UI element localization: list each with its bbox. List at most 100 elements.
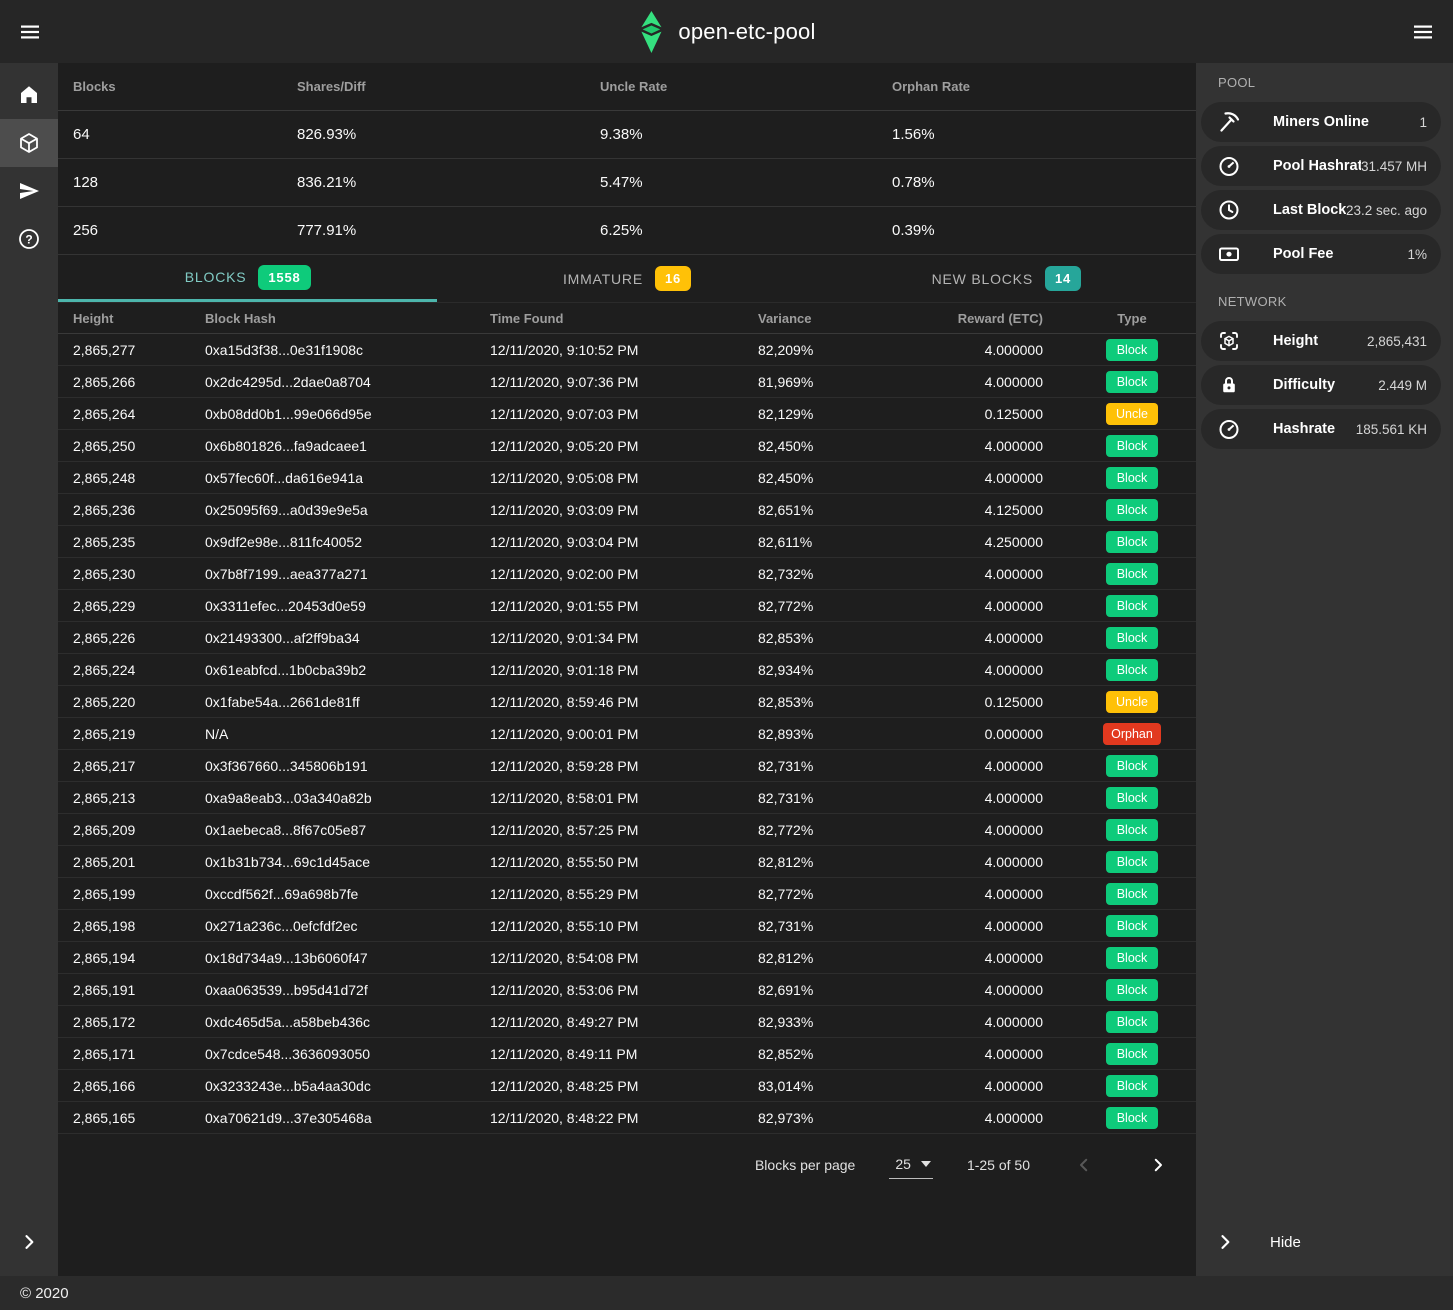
cell-height: 2,865,209: [73, 822, 205, 838]
cell-time: 12/11/2020, 9:03:04 PM: [490, 534, 758, 550]
table-row[interactable]: 2,865,165 0xa70621d9...37e305468a 12/11/…: [58, 1102, 1196, 1134]
cell-variance: 82,853%: [758, 630, 948, 646]
cell-hash: 0xccdf562f...69a698b7fe: [205, 886, 490, 902]
prev-page-button[interactable]: [1064, 1145, 1104, 1185]
cell-height: 2,865,235: [73, 534, 205, 550]
stat-label: Hashrate: [1273, 421, 1335, 437]
cell-reward: 4.000000: [948, 1014, 1043, 1030]
stat-value: 2,865,431: [1367, 334, 1427, 349]
tab-immature[interactable]: IMMATURE 16: [437, 255, 816, 302]
cell-time: 12/11/2020, 8:49:27 PM: [490, 1014, 758, 1030]
table-row[interactable]: 2,865,224 0x61eabfcd...1b0cba39b2 12/11/…: [58, 654, 1196, 686]
table-row[interactable]: 2,865,266 0x2dc4295d...2dae0a8704 12/11/…: [58, 366, 1196, 398]
table-row[interactable]: 2,865,277 0xa15d3f38...0e31f1908c 12/11/…: [58, 334, 1196, 366]
table-row[interactable]: 2,865,226 0x21493300...af2ff9ba34 12/11/…: [58, 622, 1196, 654]
table-row[interactable]: 2,865,213 0xa9a8eab3...03a340a82b 12/11/…: [58, 782, 1196, 814]
table-row[interactable]: 2,865,229 0x3311efec...20453d0e59 12/11/…: [58, 590, 1196, 622]
table-row[interactable]: 2,865,209 0x1aebeca8...8f67c05e87 12/11/…: [58, 814, 1196, 846]
cell-type: Block: [1043, 531, 1181, 553]
stats-row: 256 777.91% 6.25% 0.39%: [58, 207, 1196, 255]
cell-type: Block: [1043, 627, 1181, 649]
cell-reward: 4.000000: [948, 1110, 1043, 1126]
cell-type: Block: [1043, 755, 1181, 777]
stat-value: 1%: [1407, 247, 1427, 262]
cell-time: 12/11/2020, 8:59:28 PM: [490, 758, 758, 774]
table-row[interactable]: 2,865,194 0x18d734a9...13b6060f47 12/11/…: [58, 942, 1196, 974]
menu-toggle-button[interactable]: [6, 8, 54, 56]
cell-height: 2,865,191: [73, 982, 205, 998]
nav-home[interactable]: [0, 71, 58, 119]
right-menu-button[interactable]: [1399, 8, 1447, 56]
table-row[interactable]: 2,865,191 0xaa063539...b95d41d72f 12/11/…: [58, 974, 1196, 1006]
expand-rail-button[interactable]: [0, 1220, 58, 1264]
cell-reward: 4.125000: [948, 502, 1043, 518]
table-row[interactable]: 2,865,264 0xb08dd0b1...99e066d95e 12/11/…: [58, 398, 1196, 430]
table-row[interactable]: 2,865,235 0x9df2e98e...811fc40052 12/11/…: [58, 526, 1196, 558]
stats-orphan-value: 0.78%: [892, 174, 1196, 191]
table-row[interactable]: 2,865,236 0x25095f69...a0d39e9e5a 12/11/…: [58, 494, 1196, 526]
cell-variance: 82,772%: [758, 822, 948, 838]
stats-shares-value: 826.93%: [297, 126, 600, 143]
cell-variance: 82,852%: [758, 1046, 948, 1062]
table-row[interactable]: 2,865,219 N/A 12/11/2020, 9:00:01 PM 82,…: [58, 718, 1196, 750]
page-size-value: 25: [895, 1156, 911, 1172]
table-row[interactable]: 2,865,166 0x3233243e...b5a4aa30dc 12/11/…: [58, 1070, 1196, 1102]
cell-hash: 0x18d734a9...13b6060f47: [205, 950, 490, 966]
pagination-bar: Blocks per page 25 1-25 of 50: [58, 1134, 1196, 1196]
stats-blocks-value: 128: [73, 174, 297, 191]
blocks-tabs: BLOCKS 1558 IMMATURE 16 NEW BLOCKS 14: [58, 255, 1196, 303]
footer: © 2020: [0, 1276, 1453, 1310]
cell-variance: 82,812%: [758, 854, 948, 870]
type-chip: Block: [1106, 627, 1158, 649]
table-row[interactable]: 2,865,198 0x271a236c...0efcfdf2ec 12/11/…: [58, 910, 1196, 942]
stats-row: 128 836.21% 5.47% 0.78%: [58, 159, 1196, 207]
type-chip: Block: [1106, 531, 1158, 553]
cell-height: 2,865,172: [73, 1014, 205, 1030]
nav-payments[interactable]: [0, 167, 58, 215]
cell-height: 2,865,224: [73, 662, 205, 678]
cell-hash: 0x3311efec...20453d0e59: [205, 598, 490, 614]
svg-text:?: ?: [25, 232, 32, 246]
table-row[interactable]: 2,865,230 0x7b8f7199...aea377a271 12/11/…: [58, 558, 1196, 590]
cell-time: 12/11/2020, 8:55:10 PM: [490, 918, 758, 934]
table-row[interactable]: 2,865,171 0x7cdce548...3636093050 12/11/…: [58, 1038, 1196, 1070]
cell-type: Block: [1043, 915, 1181, 937]
cell-height: 2,865,220: [73, 694, 205, 710]
page-size-select[interactable]: 25: [889, 1152, 933, 1179]
type-chip: Uncle: [1106, 403, 1158, 425]
home-icon: [17, 83, 41, 107]
pickaxe-icon: [1217, 110, 1241, 134]
table-row[interactable]: 2,865,199 0xccdf562f...69a698b7fe 12/11/…: [58, 878, 1196, 910]
table-row[interactable]: 2,865,248 0x57fec60f...da616e941a 12/11/…: [58, 462, 1196, 494]
cell-time: 12/11/2020, 8:58:01 PM: [490, 790, 758, 806]
cell-hash: 0x9df2e98e...811fc40052: [205, 534, 490, 550]
table-row[interactable]: 2,865,217 0x3f367660...345806b191 12/11/…: [58, 750, 1196, 782]
nav-blocks[interactable]: [0, 119, 58, 167]
cell-hash: N/A: [205, 726, 490, 742]
table-row[interactable]: 2,865,250 0x6b801826...fa9adcaee1 12/11/…: [58, 430, 1196, 462]
cell-hash: 0xa70621d9...37e305468a: [205, 1110, 490, 1126]
cell-type: Block: [1043, 1043, 1181, 1065]
etc-logo-icon: [637, 10, 664, 54]
col-reward: Reward (ETC): [948, 311, 1043, 326]
cell-type: Block: [1043, 787, 1181, 809]
stat-label: Miners Online: [1273, 114, 1369, 130]
type-chip: Block: [1106, 563, 1158, 585]
pool-miners-online: Miners Online 1: [1201, 102, 1441, 142]
cell-time: 12/11/2020, 8:48:22 PM: [490, 1110, 758, 1126]
table-row[interactable]: 2,865,220 0x1fabe54a...2661de81ff 12/11/…: [58, 686, 1196, 718]
tab-new-blocks[interactable]: NEW BLOCKS 14: [817, 255, 1196, 302]
hide-sidebar-button[interactable]: Hide: [1196, 1220, 1453, 1264]
table-row[interactable]: 2,865,172 0xdc465d5a...a58beb436c 12/11/…: [58, 1006, 1196, 1038]
tab-blocks[interactable]: BLOCKS 1558: [58, 255, 437, 302]
nav-help[interactable]: ?: [0, 215, 58, 263]
next-page-button[interactable]: [1138, 1145, 1178, 1185]
table-row[interactable]: 2,865,201 0x1b31b734...69c1d45ace 12/11/…: [58, 846, 1196, 878]
cell-reward: 4.000000: [948, 886, 1043, 902]
cell-time: 12/11/2020, 9:03:09 PM: [490, 502, 758, 518]
cell-time: 12/11/2020, 9:01:18 PM: [490, 662, 758, 678]
tab-blocks-badge: 1558: [258, 265, 310, 290]
type-chip: Block: [1106, 1107, 1158, 1129]
type-chip: Block: [1106, 915, 1158, 937]
cell-reward: 4.000000: [948, 982, 1043, 998]
